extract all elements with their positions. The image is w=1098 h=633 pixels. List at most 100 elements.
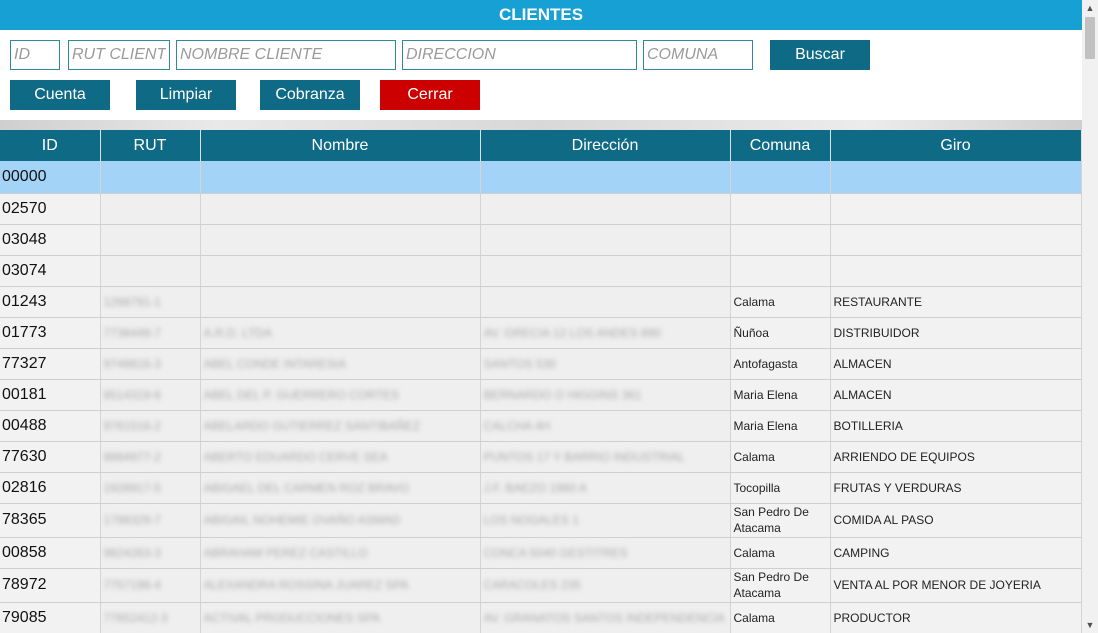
cell-business: CAMPING	[830, 537, 1082, 569]
cell-name-text: ABRAHAM PEREZ CASTILLO	[203, 545, 368, 560]
scroll-down-arrow-icon[interactable]: ▼	[1082, 617, 1098, 633]
cell-address: AV. GRECIA 12 LOS ANDES 890	[480, 317, 731, 349]
cell-business: ARRIENDO DE EQUIPOS	[830, 441, 1082, 473]
cell-name: ABIGAIL NOHEMIE OVAÑO ASMAD	[200, 503, 481, 538]
cell-name	[200, 193, 481, 225]
close-button[interactable]: Cerrar	[380, 80, 480, 110]
cell-commune	[730, 255, 831, 287]
cell-name: ABEL DEL P. GUERRERO CORTES	[200, 379, 481, 411]
scroll-thumb[interactable]	[1085, 17, 1095, 59]
table-row[interactable]: 78972 7757198-4 ALEXANDRA ROSSINA JUAREZ S…	[0, 568, 1082, 603]
cell-id-text: 00858	[2, 543, 47, 561]
cell-id: 02816	[0, 472, 101, 504]
cell-name-text: ALEXANDRA ROSSINA JUAREZ SPA	[203, 578, 409, 592]
cell-rut-text: 77652412-3	[103, 610, 168, 625]
cell-address: SANTOS 530	[480, 348, 731, 380]
cell-address-text: AV. GRANATOS SANTOS INDEPENDENCIA	[483, 610, 725, 625]
cell-commune: Maria Elena	[730, 379, 831, 411]
cell-name	[200, 255, 481, 287]
cell-rut: 1799329-7	[100, 503, 201, 538]
table-row[interactable]: 02816 1928917-5 ABIGAEL DEL CARMEN ROZ BRA…	[0, 472, 1082, 504]
clientes-window: CLIENTES Buscar Cuenta Limpiar Cobranza …	[0, 0, 1098, 633]
account-button[interactable]: Cuenta	[10, 80, 110, 110]
table-row[interactable]: 79085 77652412-3 ACTIVAL PRODUCCIONES SPA A…	[0, 602, 1082, 633]
clear-button[interactable]: Limpiar	[136, 80, 236, 110]
search-button[interactable]: Buscar	[770, 40, 870, 70]
cell-commune-text: Tocopilla	[733, 480, 781, 495]
table-row[interactable]: 00488 9761516-2 ABELARDO GUTIERREZ SANTIBA…	[0, 410, 1082, 442]
cell-name	[200, 224, 481, 256]
cell-commune: Calama	[730, 441, 831, 473]
cell-commune-text: San Pedro De Atacama	[733, 570, 809, 600]
cell-commune-text: Calama	[733, 545, 775, 560]
clients-table: ID RUT Nombre Dirección Comuna Giro 0000…	[0, 130, 1082, 633]
cell-rut-text: 1928917-5	[103, 480, 161, 495]
cell-business	[830, 193, 1082, 225]
cell-rut-text: 7757198-4	[103, 578, 161, 592]
cell-commune: Calama	[730, 286, 831, 318]
cell-name: ABELARDO GUTIERREZ SANTIBAÑEZ	[200, 410, 481, 442]
cell-id-text: 77630	[2, 447, 47, 465]
cell-address	[480, 161, 731, 194]
rut-search-input[interactable]	[68, 40, 170, 70]
header-name[interactable]: Nombre	[200, 130, 481, 161]
cell-address-text: PUNTOS 17 Y BARRIO INDUSTRIAL	[483, 449, 685, 464]
cell-business: BOTILLERIA	[830, 410, 1082, 442]
table-row[interactable]: 01243 1268791-1 Calama RESTAURANTE	[0, 286, 1082, 318]
id-search-input[interactable]	[10, 40, 60, 70]
table-row[interactable]: 78365 1799329-7 ABIGAIL NOHEMIE OVAÑO ASMA…	[0, 503, 1082, 538]
cell-id-text: 02816	[2, 478, 47, 496]
collection-button[interactable]: Cobranza	[260, 80, 360, 110]
cell-rut-text: 9748816-3	[103, 356, 161, 371]
cell-name: ABERTO EDUARDO CERVE SEA	[200, 441, 481, 473]
cell-id-text: 00181	[2, 385, 47, 403]
cell-id-text: 01243	[2, 292, 47, 310]
cell-business-text: COMIDA AL PASO	[833, 513, 934, 527]
address-search-input[interactable]	[402, 40, 637, 70]
header-address[interactable]: Dirección	[480, 130, 731, 161]
cell-name: ALEXANDRA ROSSINA JUAREZ SPA	[200, 568, 481, 603]
cell-address	[480, 193, 731, 225]
cell-address	[480, 224, 731, 256]
cell-name: ABEL CONDE INTARESIA	[200, 348, 481, 380]
table-row[interactable]: 00858 9824263-3 ABRAHAM PEREZ CASTILLO CONC…	[0, 537, 1082, 569]
table-row[interactable]: 00181 8514319-6 ABEL DEL P. GUERRERO CORTE…	[0, 379, 1082, 411]
cell-name-text: ABELARDO GUTIERREZ SANTIBAÑEZ	[203, 418, 421, 433]
cell-name-text: A.R.D. LTDA	[203, 325, 272, 340]
cell-business-text: ARRIENDO DE EQUIPOS	[833, 449, 975, 464]
cell-business-text: DISTRIBUIDOR	[833, 325, 920, 340]
table-row[interactable]: 02570	[0, 193, 1082, 225]
cell-id-text: 00488	[2, 416, 47, 434]
cell-rut: 8884977-2	[100, 441, 201, 473]
header-commune[interactable]: Comuna	[730, 130, 831, 161]
header-id[interactable]: ID	[0, 130, 101, 161]
header-rut[interactable]: RUT	[100, 130, 201, 161]
cell-address: AV. GRANATOS SANTOS INDEPENDENCIA	[480, 602, 731, 633]
cell-id-text: 78972	[2, 576, 47, 593]
cell-rut: 7757198-4	[100, 568, 201, 603]
table-row[interactable]: 01773 7738449-7 A.R.D. LTDA AV. GRECIA 12 L…	[0, 317, 1082, 349]
table-row[interactable]: 77327 9748816-3 ABEL CONDE INTARESIA SANTOS…	[0, 348, 1082, 380]
commune-search-input[interactable]	[643, 40, 753, 70]
cell-address	[480, 255, 731, 287]
cell-commune: San Pedro De Atacama	[730, 568, 831, 603]
cell-name: A.R.D. LTDA	[200, 317, 481, 349]
cell-address: BERNARDO O HIGGINS 361	[480, 379, 731, 411]
header-business[interactable]: Giro	[830, 130, 1082, 161]
cell-name	[200, 161, 481, 194]
scroll-up-arrow-icon[interactable]: ▲	[1082, 0, 1098, 16]
cell-business-text: CAMPING	[833, 545, 890, 560]
cell-id-text: 79085	[2, 608, 47, 626]
name-search-input[interactable]	[176, 40, 396, 70]
table-row[interactable]: 77630 8884977-2 ABERTO EDUARDO CERVE SEA PU…	[0, 441, 1082, 473]
cell-business: FRUTAS Y VERDURAS	[830, 472, 1082, 504]
cell-business: COMIDA AL PASO	[830, 503, 1082, 538]
cell-id-text: 03074	[2, 261, 47, 279]
vertical-scrollbar[interactable]: ▲ ▼	[1082, 0, 1098, 633]
cell-business: VENTA AL POR MENOR DE JOYERIA	[830, 568, 1082, 603]
table-row[interactable]: 03074	[0, 255, 1082, 287]
table-row[interactable]: 00000	[0, 161, 1082, 194]
cell-name: ABRAHAM PEREZ CASTILLO	[200, 537, 481, 569]
table-row[interactable]: 03048	[0, 224, 1082, 256]
cell-rut: 9824263-3	[100, 537, 201, 569]
